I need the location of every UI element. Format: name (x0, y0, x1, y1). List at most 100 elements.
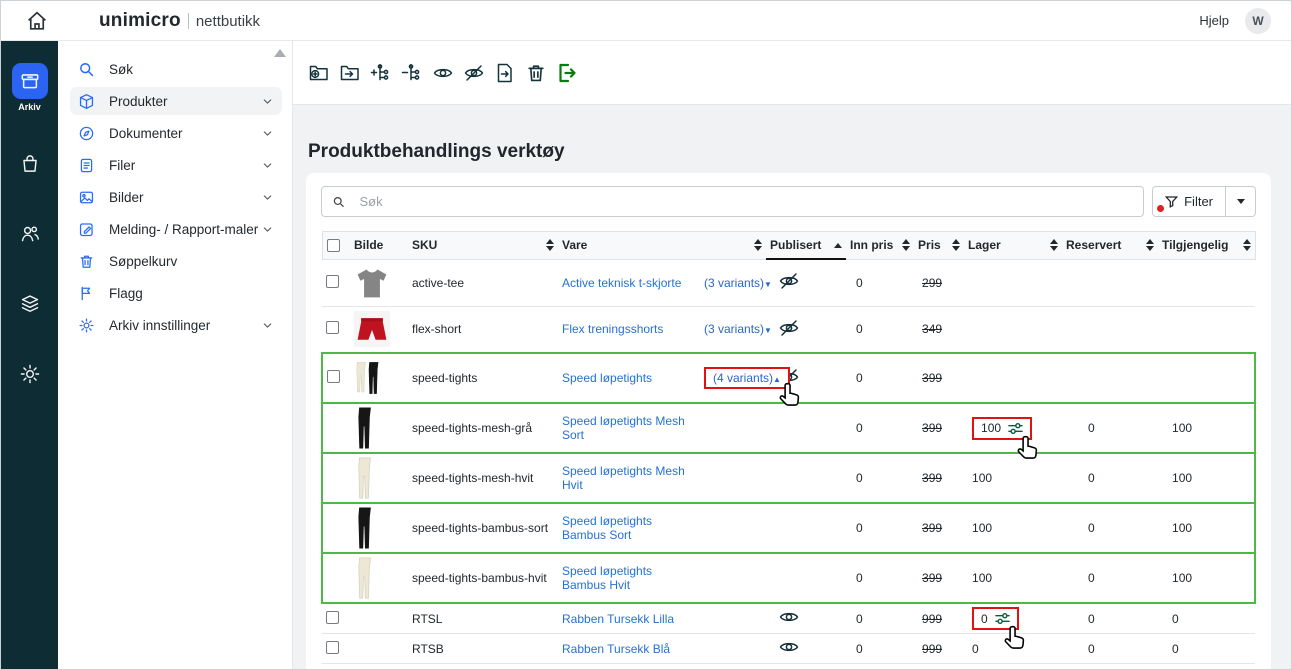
cell-select[interactable] (322, 306, 350, 353)
rail-item-layers[interactable] (12, 286, 48, 322)
filter-button[interactable]: Filter (1152, 186, 1226, 217)
cell-tilgjengelig: 100 (1158, 453, 1255, 503)
cell-select[interactable] (322, 664, 350, 670)
rail-item-gear[interactable] (12, 356, 48, 392)
rail-item-users[interactable] (12, 216, 48, 252)
row-checkbox[interactable] (327, 370, 340, 383)
cell-reservert: 0 (1062, 603, 1158, 634)
sidebar-item-filer[interactable]: Filer (70, 151, 282, 179)
cell-select[interactable] (322, 353, 350, 403)
brand-divider (188, 13, 189, 29)
row-checkbox[interactable] (326, 321, 339, 334)
cell-bilde (350, 503, 408, 553)
rail-item-shopping-bag[interactable] (12, 146, 48, 182)
lager-value[interactable]: 0 (981, 612, 988, 626)
select-all-header[interactable] (322, 232, 350, 260)
eye-off-icon[interactable] (778, 270, 800, 292)
folder-move-icon[interactable] (339, 62, 361, 84)
row-checkbox[interactable] (326, 641, 339, 654)
product-link[interactable]: Rabben Tursekk Blå (562, 642, 670, 656)
column-header-sku[interactable]: SKU (408, 232, 558, 260)
sidebar-item-flagg[interactable]: Flagg (70, 279, 282, 307)
eye-icon[interactable] (778, 606, 800, 628)
help-link[interactable]: Hjelp (1199, 13, 1229, 28)
eye-icon[interactable] (778, 666, 800, 669)
folder-plus-icon[interactable] (308, 62, 330, 84)
sidebar: Søk Produkter Dokumenter Filer Bilder Melding… (58, 41, 293, 669)
cell-select[interactable] (322, 603, 350, 634)
sidebar-item-melding-rapport-maler[interactable]: Melding- / Rapport-maler (70, 215, 282, 243)
filter-dropdown-button[interactable] (1226, 186, 1256, 217)
edit-icon (78, 221, 95, 238)
sidebar-item-produkter[interactable]: Produkter (70, 87, 282, 115)
search-icon (332, 195, 346, 209)
eye-off-icon[interactable] (778, 317, 800, 339)
sidebar-item-arkiv-innstillinger[interactable]: Arkiv innstillinger (70, 311, 282, 339)
cell-select[interactable] (322, 634, 350, 664)
variants-toggle[interactable]: (3 variants)▼ (704, 276, 772, 290)
cell-select[interactable] (322, 259, 350, 306)
row-checkbox[interactable] (326, 611, 339, 624)
product-link[interactable]: Rabben Tursekk Lilla (562, 612, 674, 626)
sidebar-scroll-up-icon[interactable] (274, 49, 286, 57)
cell-bilde (350, 353, 408, 403)
product-link[interactable]: Speed løpetights Mesh Hvit (562, 464, 685, 492)
home-icon[interactable] (25, 9, 49, 33)
cell-pris: 999 (914, 603, 964, 634)
search-input[interactable] (360, 194, 1134, 209)
lager-value: 0 (972, 642, 979, 656)
sidebar-item-søppelkurv[interactable]: Søppelkurv (70, 247, 282, 275)
avatar[interactable]: W (1245, 8, 1271, 34)
sidebar-item-dokumenter[interactable]: Dokumenter (70, 119, 282, 147)
cell-tilgjengelig: 100 (1158, 403, 1255, 453)
product-link[interactable]: Flex treningsshorts (562, 322, 663, 336)
cell-publisert (766, 634, 846, 664)
lager-value[interactable]: 100 (981, 421, 1001, 435)
column-header-pris[interactable]: Pris (914, 232, 964, 260)
cell-bilde (350, 403, 408, 453)
cell-inn-pris: 0 (846, 306, 914, 353)
column-header-publisert[interactable]: Publisert (766, 232, 846, 260)
variants-toggle[interactable]: (3 variants)▼ (704, 322, 772, 336)
sliders-icon[interactable] (995, 611, 1010, 626)
column-header-vare[interactable]: Vare (558, 232, 766, 260)
funnel-icon (1165, 195, 1178, 208)
sidebar-item-søk[interactable]: Søk (70, 55, 282, 83)
column-header-reservert[interactable]: Reservert (1062, 232, 1158, 260)
file-move-icon[interactable] (494, 62, 516, 84)
export-icon[interactable] (556, 62, 578, 84)
sliders-icon[interactable] (1008, 421, 1023, 436)
hand-cursor-icon (1002, 625, 1029, 655)
eye-off-icon[interactable] (463, 62, 485, 84)
select-all-checkbox[interactable] (327, 239, 340, 252)
cell-sku: speed-tights-mesh-hvit (408, 453, 558, 503)
rail-item-label: Arkiv (18, 102, 41, 112)
chevron-down-icon (261, 223, 274, 236)
column-header-lager[interactable]: Lager (964, 232, 1062, 260)
product-link[interactable]: Speed løpetights (562, 371, 652, 385)
lager-value: 100 (972, 521, 992, 535)
tree-add-icon[interactable] (370, 62, 392, 84)
cell-sku: active-tee (408, 259, 558, 306)
column-header-inn_pris[interactable]: Inn pris (846, 232, 914, 260)
sidebar-item-label: Søppelkurv (109, 254, 274, 269)
rail-item-archive[interactable]: Arkiv (12, 63, 48, 112)
sidebar-item-bilder[interactable]: Bilder (70, 183, 282, 211)
product-link[interactable]: Speed løpetights Mesh Sort (562, 414, 685, 442)
cell-vare: Speed løpetights Bambus Hvit (558, 553, 700, 603)
product-link[interactable]: Speed løpetights Bambus Hvit (562, 564, 652, 592)
product-link[interactable]: Active teknisk t-skjorte (562, 276, 681, 290)
cell-bilde (350, 603, 408, 634)
cell-variants: (3 variants)▼ (700, 306, 766, 353)
brand-name: unimicro (99, 10, 181, 32)
product-link[interactable]: Speed løpetights Bambus Sort (562, 514, 652, 542)
trash-icon[interactable] (525, 62, 547, 84)
row-checkbox[interactable] (326, 275, 339, 288)
eye-icon[interactable] (432, 62, 454, 84)
column-header-tilgjengelig[interactable]: Tilgjengelig (1158, 232, 1255, 260)
cell-publisert (766, 603, 846, 634)
variants-toggle[interactable]: (4 variants)▲ (713, 371, 781, 385)
tree-remove-icon[interactable] (401, 62, 423, 84)
table-row: speed-tightsSpeed løpetights(4 variants)… (322, 353, 1255, 403)
eye-icon[interactable] (778, 636, 800, 658)
